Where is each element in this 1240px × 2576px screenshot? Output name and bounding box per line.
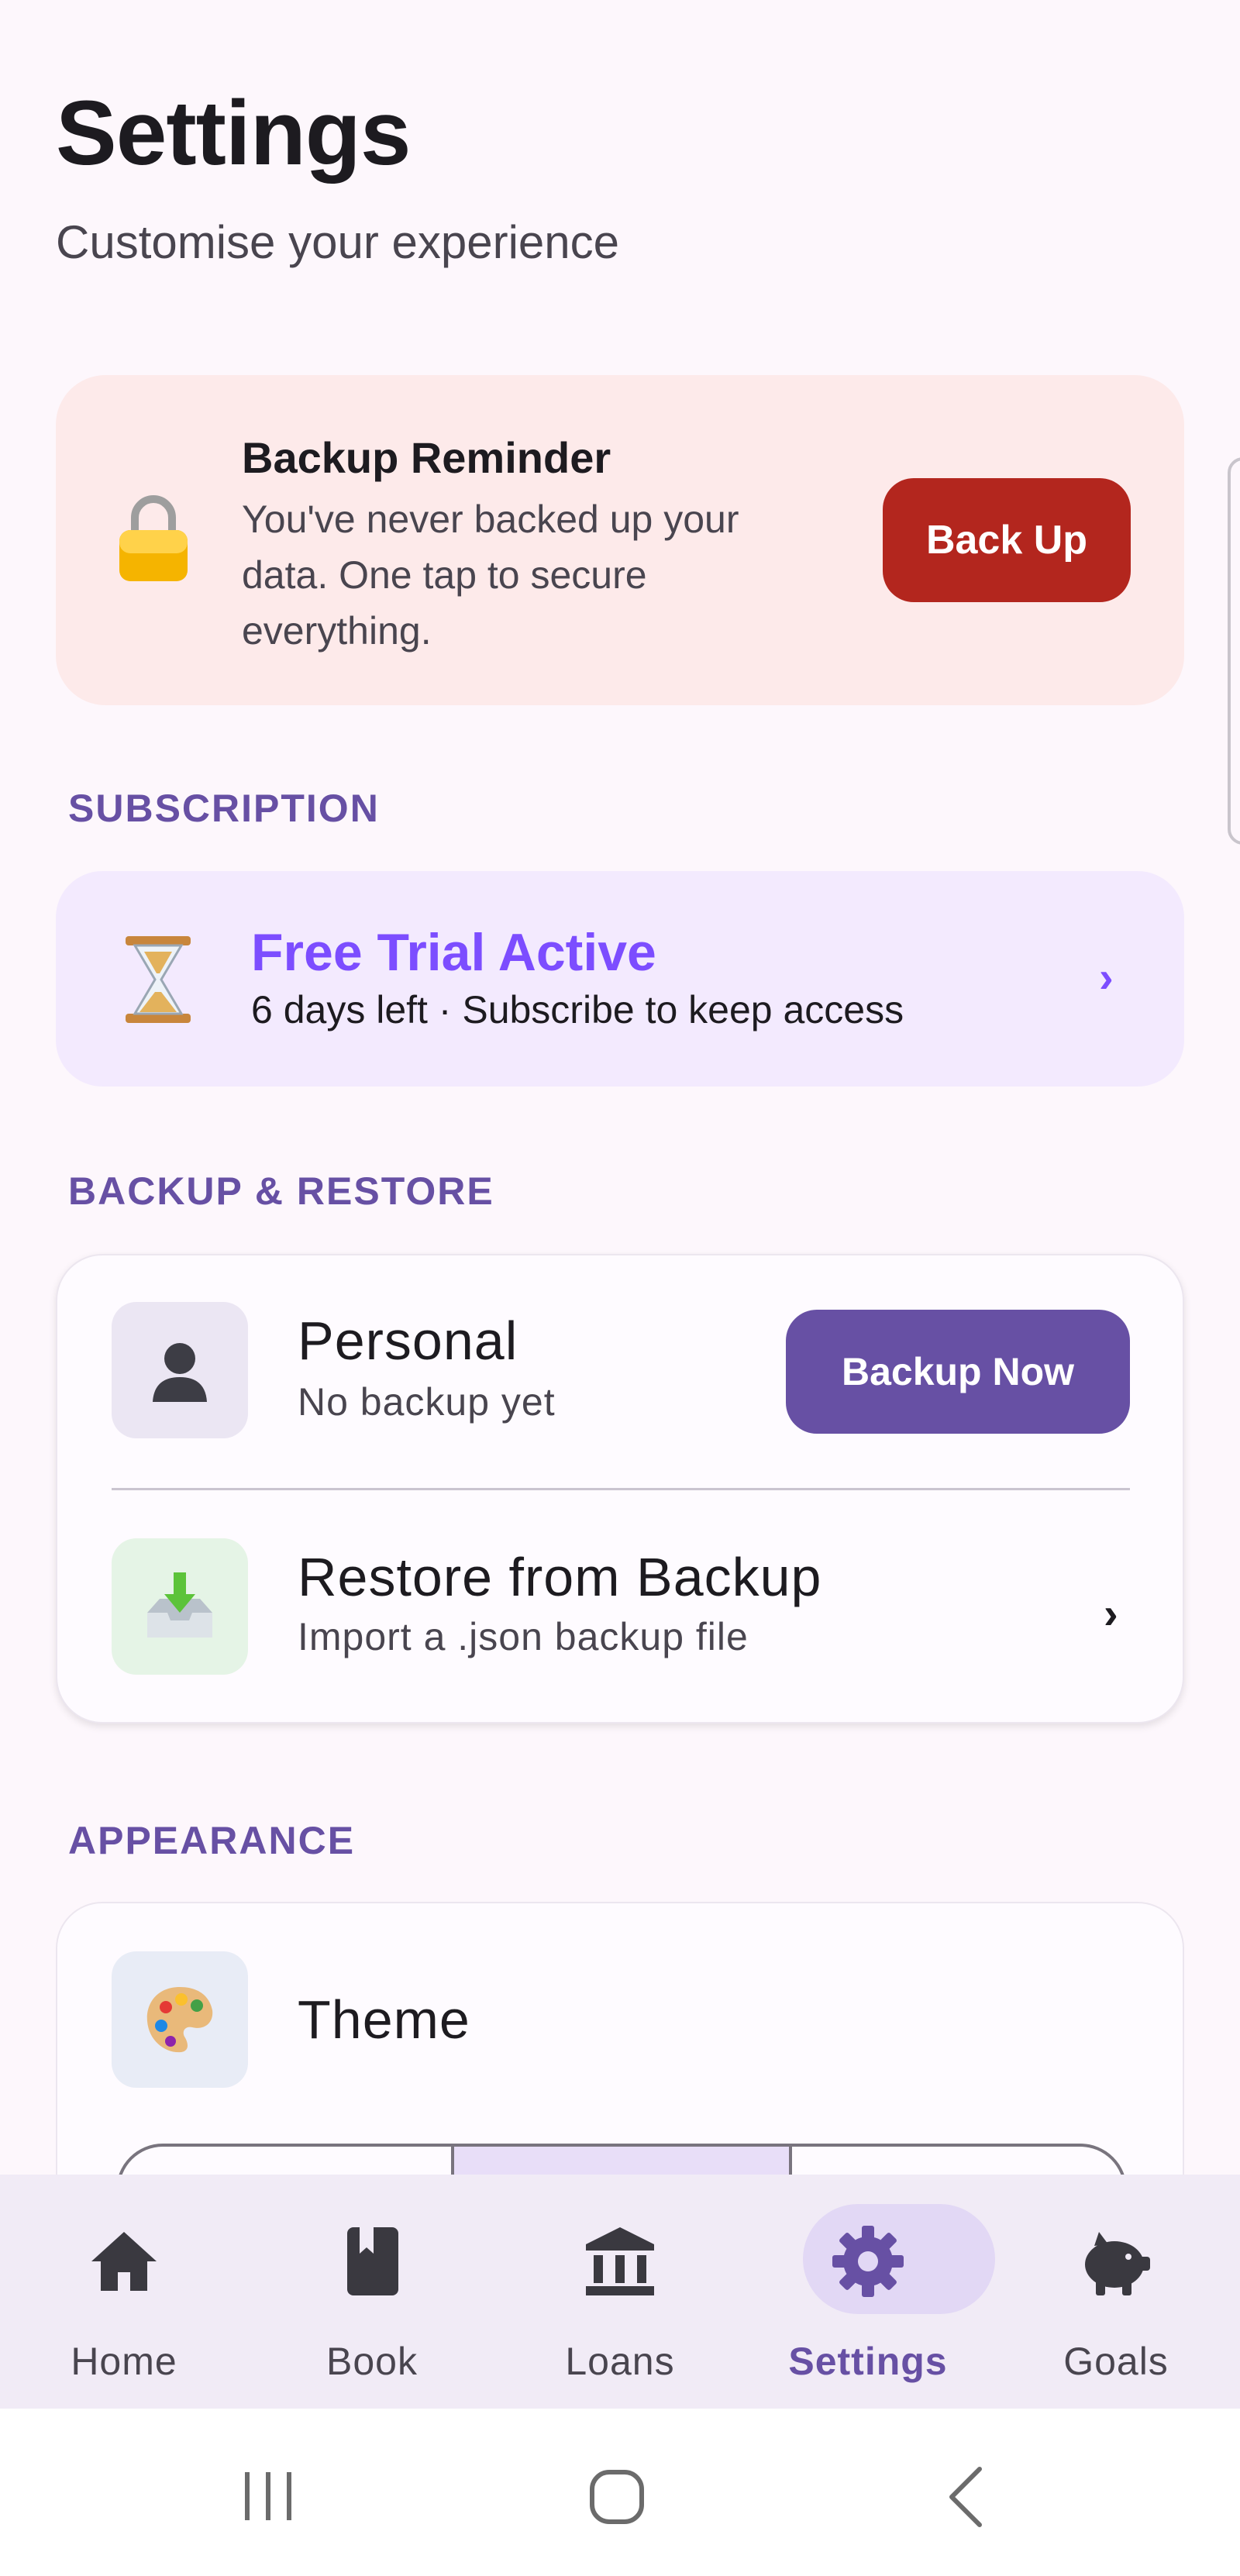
free-trial-card[interactable]: Free Trial Active 6 days left · Subscrib… bbox=[56, 871, 1184, 1087]
nav-label-goals: Goals bbox=[1063, 2340, 1169, 2383]
restore-tile bbox=[112, 1538, 248, 1675]
system-navigation-bar bbox=[0, 2409, 1240, 2576]
backup-now-button[interactable]: Backup Now bbox=[786, 1310, 1130, 1434]
home-icon bbox=[91, 2232, 157, 2291]
theme-label: Theme bbox=[298, 1989, 470, 2050]
chevron-right-icon: › bbox=[1104, 1589, 1118, 1638]
chevron-right-icon: › bbox=[1099, 952, 1114, 1001]
nav-item-goals[interactable]: Goals bbox=[992, 2175, 1240, 2409]
piggy-bank-icon bbox=[1085, 2232, 1150, 2295]
trial-subtitle: 6 days left · Subscribe to keep access bbox=[251, 988, 904, 1031]
profile-avatar bbox=[112, 1302, 248, 1438]
page-subtitle: Customise your experience bbox=[56, 216, 620, 268]
nav-label-home: Home bbox=[71, 2340, 177, 2383]
nav-label-settings: Settings bbox=[788, 2340, 948, 2383]
restore-row[interactable]: Restore from Backup Import a .json backu… bbox=[57, 1490, 1183, 1723]
bank-icon bbox=[586, 2227, 654, 2295]
backup-restore-card: Personal No backup yet Backup Now Restor… bbox=[56, 1254, 1184, 1724]
nav-item-book[interactable]: Book bbox=[248, 2175, 496, 2409]
trial-title: Free Trial Active bbox=[251, 923, 656, 982]
back-icon[interactable] bbox=[946, 2466, 984, 2528]
scroll-indicator[interactable] bbox=[1228, 457, 1240, 845]
nav-label-book: Book bbox=[326, 2340, 418, 2383]
nav-label-loans: Loans bbox=[565, 2340, 675, 2383]
hourglass-icon bbox=[126, 936, 191, 1023]
recent-apps-icon[interactable] bbox=[240, 2471, 296, 2522]
lock-icon bbox=[119, 495, 188, 581]
profile-name: Personal bbox=[298, 1310, 518, 1371]
section-label-appearance: APPEARANCE bbox=[68, 1819, 356, 1862]
backup-reminder-message: You've never backed up your data. One ta… bbox=[242, 498, 739, 653]
backup-status: No backup yet bbox=[298, 1380, 556, 1424]
back-up-button[interactable]: Back Up bbox=[883, 478, 1131, 602]
settings-screen: Settings Customise your experience Backu… bbox=[0, 0, 1240, 2576]
theme-tile bbox=[112, 1951, 248, 2088]
nav-item-loans[interactable]: Loans bbox=[496, 2175, 744, 2409]
nav-item-settings[interactable]: Settings bbox=[744, 2175, 995, 2409]
palette-icon bbox=[146, 1987, 213, 2053]
book-icon bbox=[347, 2227, 398, 2295]
gear-icon bbox=[832, 2226, 904, 2297]
page-title: Settings bbox=[56, 82, 411, 184]
restore-subtitle: Import a .json backup file bbox=[298, 1615, 749, 1658]
backup-reminder-card: Backup Reminder You've never backed up y… bbox=[56, 375, 1184, 705]
section-label-subscription: SUBSCRIPTION bbox=[68, 787, 380, 830]
inbox-download-icon bbox=[147, 1572, 212, 1638]
backup-reminder-title: Backup Reminder bbox=[242, 433, 611, 482]
section-label-backup-restore: BACKUP & RESTORE bbox=[68, 1169, 494, 1213]
home-button-icon[interactable] bbox=[589, 2469, 645, 2525]
bottom-navigation: Home Book Loans Settings Goals bbox=[0, 2175, 1240, 2409]
nav-item-home[interactable]: Home bbox=[0, 2175, 248, 2409]
person-icon bbox=[153, 1343, 207, 1402]
restore-title: Restore from Backup bbox=[298, 1547, 822, 1607]
